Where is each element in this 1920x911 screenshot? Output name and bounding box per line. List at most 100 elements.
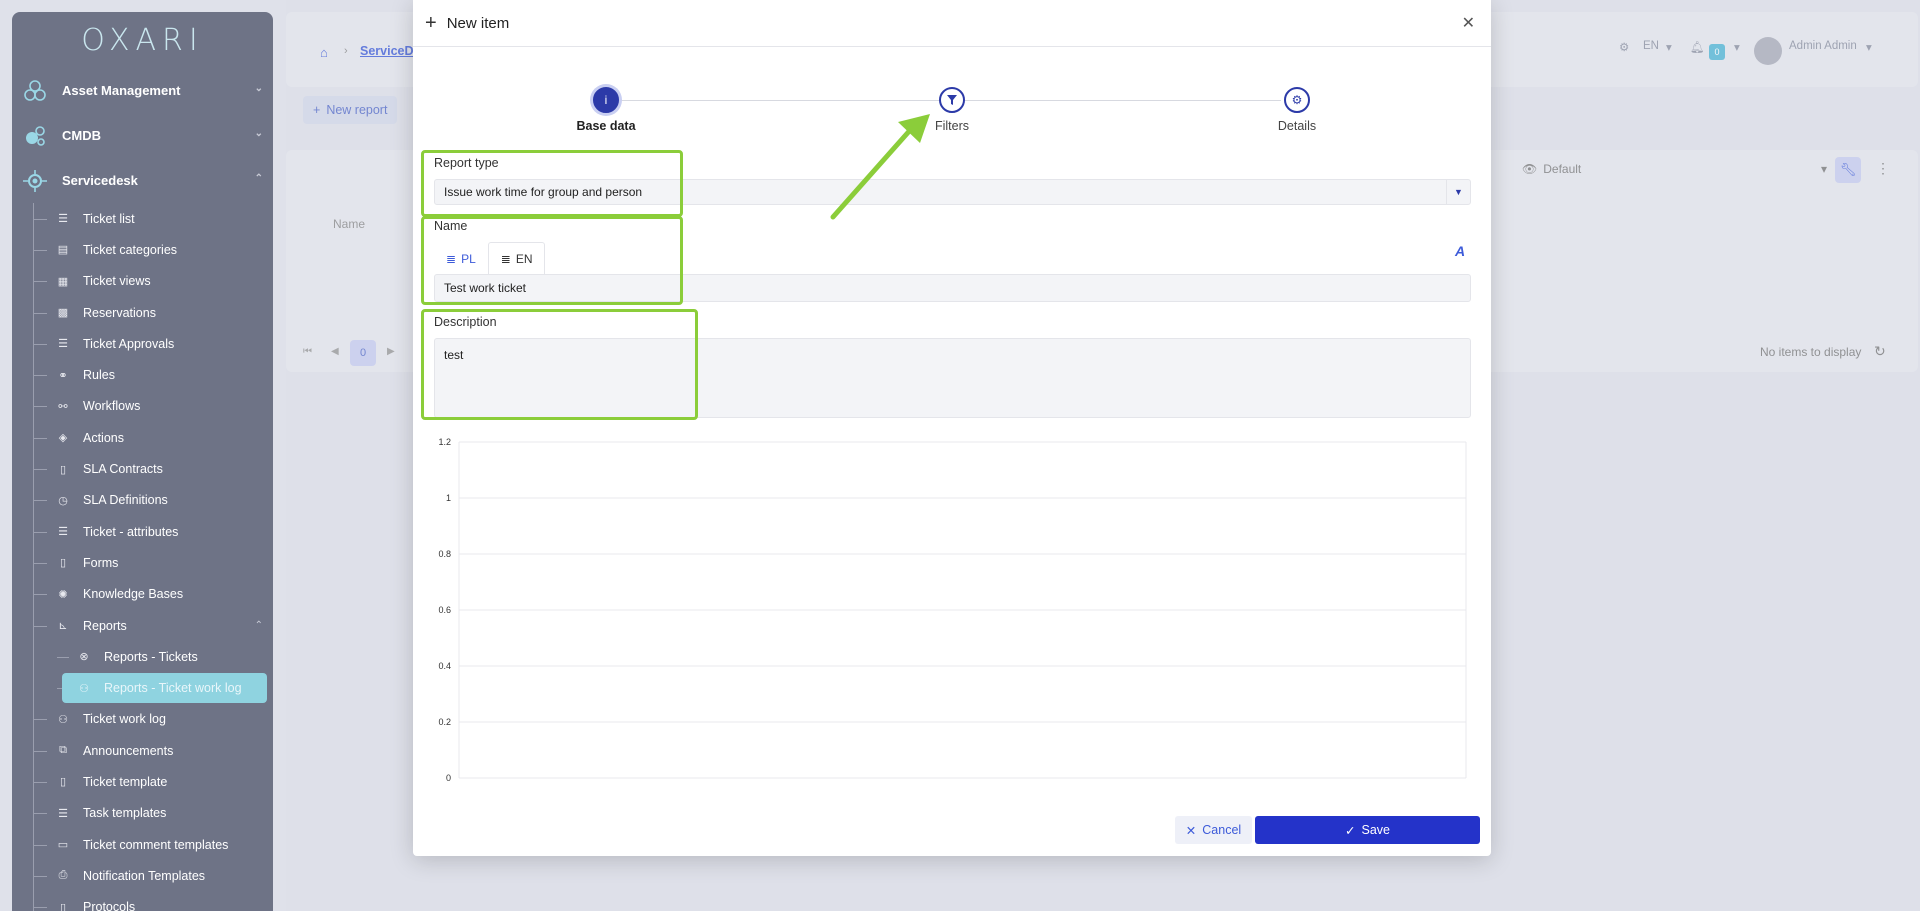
sidebar-item-label: Ticket categories	[83, 242, 178, 257]
chevron-up-icon[interactable]: ⌃	[255, 173, 263, 184]
chart: 0 0.2 0.4 0.6 0.8 1 1.2	[438, 437, 1467, 783]
sidebar: OXARI Asset Management ⌄ CMDB ⌄ Serviced…	[12, 12, 273, 911]
chevron-down-icon[interactable]: ⌄	[255, 128, 263, 139]
step-label: Filters	[934, 119, 970, 133]
sidebar-item-ticket-comment-templates[interactable]: ▭ Ticket comment templates	[12, 829, 273, 860]
translate-icon[interactable]: A	[1455, 243, 1465, 259]
name-input[interactable]: Test work ticket	[434, 274, 1471, 302]
chart-y-tick-label: 0.2	[438, 717, 451, 727]
sidebar-item-ticket-categories[interactable]: ▤ Ticket categories	[12, 234, 273, 265]
tab-label: PL	[461, 251, 476, 266]
sidebar-item-ticket-views[interactable]: ▦ Ticket views	[12, 266, 273, 297]
bulb-icon: ✺	[58, 588, 68, 601]
new-item-modal: + New item ✕ i Base data Filters ⚙ Detai…	[413, 0, 1491, 856]
close-icon[interactable]: ✕	[1462, 13, 1475, 33]
step-details[interactable]: ⚙ Details	[1237, 87, 1357, 133]
sidebar-item-ticket-template[interactable]: ▯ Ticket template	[12, 766, 273, 797]
info-icon: i	[593, 87, 619, 113]
modal-header: + New item ✕	[413, 0, 1491, 47]
tab-pl[interactable]: ≣ PL	[434, 242, 488, 275]
sidebar-item-rules[interactable]: ⚭ Rules	[12, 359, 273, 390]
table-icon: ▦	[57, 275, 69, 288]
cmdb-icon	[22, 123, 48, 149]
sidebar-item-reports-tickets[interactable]: ⊗ Reports - Tickets	[12, 641, 273, 672]
chart-y-tick-label: 0	[446, 773, 451, 783]
step-filters[interactable]: Filters	[892, 87, 1012, 133]
sidebar-item-label: Actions	[83, 430, 124, 445]
rules-icon: ⚭	[58, 369, 68, 382]
oxari-logo[interactable]: OXARI	[12, 12, 273, 68]
calendar-icon: ▩	[57, 307, 69, 320]
chart-y-tick-label: 0.6	[438, 605, 451, 615]
workflow-icon: ⚯	[58, 400, 68, 413]
report-type-value: Issue work time for group and person	[444, 185, 643, 199]
description-label: Description	[434, 315, 497, 329]
sidebar-item-task-templates[interactable]: ☰ Task templates	[12, 798, 273, 829]
chart-y-tick-label: 0.4	[438, 661, 451, 671]
chevron-up-icon[interactable]: ⌃	[255, 620, 263, 631]
chevron-down-icon[interactable]: ▼	[1446, 180, 1470, 204]
categories-icon: ▤	[57, 244, 69, 257]
sidebar-item-ticket-list[interactable]: ☰ Ticket list	[12, 203, 273, 234]
cancel-button[interactable]: ✕ Cancel	[1175, 816, 1252, 844]
sidebar-item-forms[interactable]: ▯ Forms	[12, 547, 273, 578]
sidebar-item-notification-templates[interactable]: ⎙ Notification Templates	[12, 860, 273, 891]
nav-group-cmdb[interactable]: CMDB ⌄	[12, 113, 273, 158]
sidebar-item-reports-ticket-work-log[interactable]: ⚇ Reports - Ticket work log	[12, 672, 273, 703]
sidebar-item-reports[interactable]: ⊾ Reports ⌃	[12, 610, 273, 641]
description-textarea[interactable]: test	[434, 338, 1471, 418]
save-button[interactable]: ✓ Save	[1255, 816, 1480, 844]
sidebar-item-label: Ticket work log	[83, 712, 166, 727]
chart-icon: ⊾	[58, 620, 68, 632]
sidebar-item-reservations[interactable]: ▩ Reservations	[12, 297, 273, 328]
sidebar-item-knowledge-bases[interactable]: ✺ Knowledge Bases	[12, 579, 273, 610]
check-icon: ✓	[1345, 823, 1356, 838]
notification-icon: ⎙	[58, 869, 68, 882]
sidebar-item-label: SLA Contracts	[83, 462, 163, 477]
cancel-label: Cancel	[1202, 823, 1242, 837]
servicedesk-tree: ☰ Ticket list ▤ Ticket categories ▦ Ticket …	[12, 203, 273, 911]
sidebar-item-label: Ticket - attributes	[83, 524, 179, 539]
sidebar-item-label: Reports - Ticket work log	[104, 681, 242, 696]
sidebar-item-ticket-work-log[interactable]: ⚇ Ticket work log	[12, 704, 273, 735]
sidebar-item-label: Protocols	[83, 900, 136, 911]
sidebar-item-label: Ticket list	[83, 211, 135, 226]
sidebar-item-sla-definitions[interactable]: ◷ SLA Definitions	[12, 485, 273, 516]
sidebar-item-actions[interactable]: ◈ Actions	[12, 422, 273, 453]
sidebar-item-ticket-attributes[interactable]: ☰ Ticket - attributes	[12, 516, 273, 547]
sidebar-item-protocols[interactable]: ▯ Protocols	[12, 892, 273, 911]
servicedesk-icon	[22, 168, 48, 194]
tab-label: EN	[515, 251, 533, 266]
sidebar-item-announcements[interactable]: ⧉ Announcements	[12, 735, 273, 766]
chart-y-tick-label: 1	[446, 493, 451, 503]
step-base-data[interactable]: i Base data	[546, 87, 666, 133]
document-icon: ▯	[59, 557, 67, 570]
tab-en[interactable]: ≣ EN	[487, 242, 546, 275]
list-icon: ☰	[58, 807, 68, 820]
list-icon: ☰	[58, 526, 68, 539]
nav-group-label: Servicedesk	[62, 173, 138, 188]
chart-y-tick-label: 1.2	[438, 437, 451, 447]
save-label: Save	[1361, 823, 1390, 837]
nav-group-asset-management[interactable]: Asset Management ⌄	[12, 68, 273, 113]
sidebar-item-label: Ticket template	[83, 774, 168, 789]
sidebar-item-ticket-approvals[interactable]: ☰ Ticket Approvals	[12, 328, 273, 359]
chevron-down-icon[interactable]: ⌄	[255, 83, 263, 94]
report-type-select[interactable]: Issue work time for group and person ▼	[434, 179, 1471, 205]
announcement-icon: ⧉	[59, 744, 67, 757]
gears-icon: ⚙	[1284, 87, 1310, 113]
sidebar-item-sla-contracts[interactable]: ▯ SLA Contracts	[12, 453, 273, 484]
sidebar-item-label: SLA Definitions	[83, 493, 168, 508]
report-type-label: Report type	[434, 156, 499, 170]
text-icon: ≣	[446, 251, 457, 266]
nav-group-servicedesk[interactable]: Servicedesk ⌃	[12, 158, 273, 203]
sidebar-item-workflows[interactable]: ⚯ Workflows	[12, 391, 273, 422]
sidebar-item-label: Announcements	[83, 743, 174, 758]
report-icon: ⊗	[79, 651, 89, 664]
sidebar-item-label: Reports - Tickets	[104, 649, 198, 664]
list-icon: ☰	[58, 213, 68, 226]
chart-y-tick-label: 0.8	[438, 549, 451, 559]
sidebar-item-label: Rules	[83, 368, 115, 383]
sidebar-item-label: Workflows	[83, 399, 141, 414]
sidebar-item-label: Ticket views	[83, 274, 151, 289]
